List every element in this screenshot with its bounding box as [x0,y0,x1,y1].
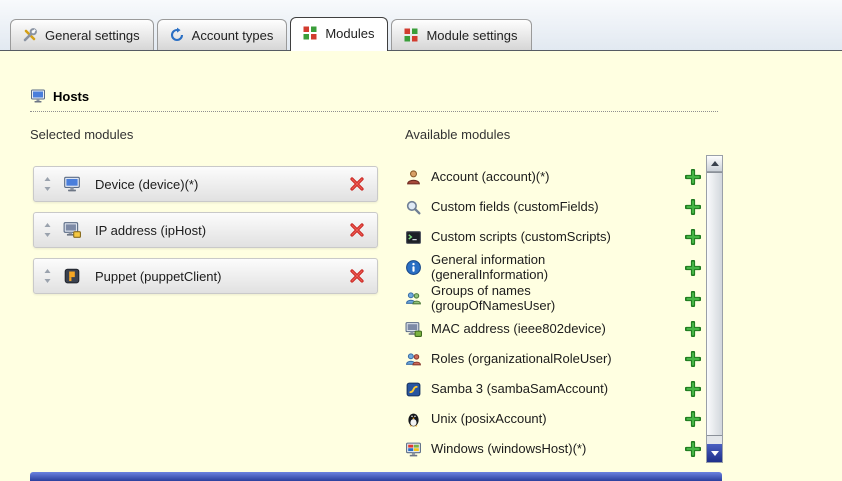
available-module-row-account: Account (account)(*) [405,162,701,192]
available-module-label: Account (account)(*) [431,170,636,185]
available-module-row-customscripts: Custom scripts (customScripts) [405,222,701,252]
tab-label: Modules [325,26,374,41]
add-plus-icon [685,381,701,397]
available-module-label: Samba 3 (sambaSamAccount) [431,382,636,397]
add-plus-icon [685,351,701,367]
available-module-row-unix: Unix (posixAccount) [405,404,701,434]
available-module-label: MAC address (ieee802device) [431,322,636,337]
modules-blocks-icon [302,25,318,41]
tab-general-settings[interactable]: General settings [10,19,154,50]
add-plus-icon [685,321,701,337]
available-module-label: General information (generalInformation) [431,253,636,283]
lam-config-window: General settings Account types Modules M… [0,0,842,481]
scrollbar-down-button[interactable] [707,444,722,462]
mac-address-icon [405,321,422,338]
info-icon [405,259,422,276]
puppet-icon [63,267,81,285]
available-module-row-generalinformation: General information (generalInformation) [405,252,701,283]
available-modules-list: Account (account)(*) Custom fields (cust… [405,162,701,464]
available-modules-label: Available modules [405,127,510,142]
add-plus-icon [685,199,701,215]
add-module-button[interactable] [685,351,701,367]
selected-modules-label: Selected modules [30,127,133,142]
tab-modules[interactable]: Modules [290,17,388,51]
remove-module-button[interactable] [349,176,365,192]
available-module-row-windows: Windows (windowsHost)(*) [405,434,701,464]
available-module-label: Groups of names (groupOfNamesUser) [431,284,636,314]
selected-module-label: Device (device)(*) [95,177,198,192]
scroll-down-arrow-icon [711,451,719,456]
selected-module-label: Puppet (puppetClient) [95,269,221,284]
scrollbar-up-button[interactable] [707,156,722,172]
custom-scripts-terminal-icon [405,229,422,246]
hosts-section-header: Hosts [30,88,718,112]
add-plus-icon [685,441,701,457]
available-module-label: Custom fields (customFields) [431,200,636,215]
available-module-label: Windows (windowsHost)(*) [431,442,636,457]
unix-tux-icon [405,411,422,428]
scroll-up-arrow-icon [711,161,719,166]
add-module-button[interactable] [685,169,701,185]
remove-module-button[interactable] [349,268,365,284]
available-module-label: Roles (organizationalRoleUser) [431,352,636,367]
add-module-button[interactable] [685,260,701,276]
available-module-label: Custom scripts (customScripts) [431,230,636,245]
drag-handle-icon[interactable] [42,268,53,284]
selected-modules-list: Device (device)(*) IP address (ipHost) P… [33,166,378,294]
windows-icon [405,441,422,458]
tab-account-types[interactable]: Account types [157,19,288,50]
add-plus-icon [685,169,701,185]
tab-label: Account types [192,28,274,43]
delete-x-icon [349,176,365,192]
selected-module-row-puppet: Puppet (puppetClient) [33,258,378,294]
selected-module-label: IP address (ipHost) [95,223,206,238]
add-module-button[interactable] [685,381,701,397]
next-section-header-bar [30,472,722,481]
add-plus-icon [685,411,701,427]
available-module-row-groupofnames: Groups of names (groupOfNamesUser) [405,283,701,314]
hosts-monitor-icon [30,88,46,104]
add-module-button[interactable] [685,411,701,427]
tab-label: General settings [45,28,140,43]
sync-arrows-icon [169,27,185,43]
selected-module-row-iphost: IP address (ipHost) [33,212,378,248]
account-person-icon [405,169,422,186]
tab-module-settings[interactable]: Module settings [391,19,531,50]
add-plus-icon [685,229,701,245]
device-monitor-icon [63,175,81,193]
available-module-row-samba3: Samba 3 (sambaSamAccount) [405,374,701,404]
scrollbar-thumb[interactable] [707,172,722,436]
available-module-label: Unix (posixAccount) [431,412,636,427]
selected-module-row-device: Device (device)(*) [33,166,378,202]
available-modules-scrollbar[interactable] [706,155,723,463]
add-module-button[interactable] [685,199,701,215]
wrench-icon [22,27,38,43]
ip-address-icon [63,221,81,239]
available-module-row-macaddress: MAC address (ieee802device) [405,314,701,344]
section-title: Hosts [53,89,89,104]
add-plus-icon [685,291,701,307]
delete-x-icon [349,268,365,284]
add-module-button[interactable] [685,441,701,457]
remove-module-button[interactable] [349,222,365,238]
add-module-button[interactable] [685,229,701,245]
config-tabbar: General settings Account types Modules M… [0,0,842,51]
add-plus-icon [685,260,701,276]
add-module-button[interactable] [685,291,701,307]
group-icon [405,290,422,307]
roles-group-icon [405,351,422,368]
module-settings-blocks-icon [403,27,419,43]
samba-icon [405,381,422,398]
add-module-button[interactable] [685,321,701,337]
delete-x-icon [349,222,365,238]
tab-label: Module settings [426,28,517,43]
available-module-row-roles: Roles (organizationalRoleUser) [405,344,701,374]
drag-handle-icon[interactable] [42,222,53,238]
available-module-row-customfields: Custom fields (customFields) [405,192,701,222]
drag-handle-icon[interactable] [42,176,53,192]
custom-fields-magnifier-icon [405,199,422,216]
